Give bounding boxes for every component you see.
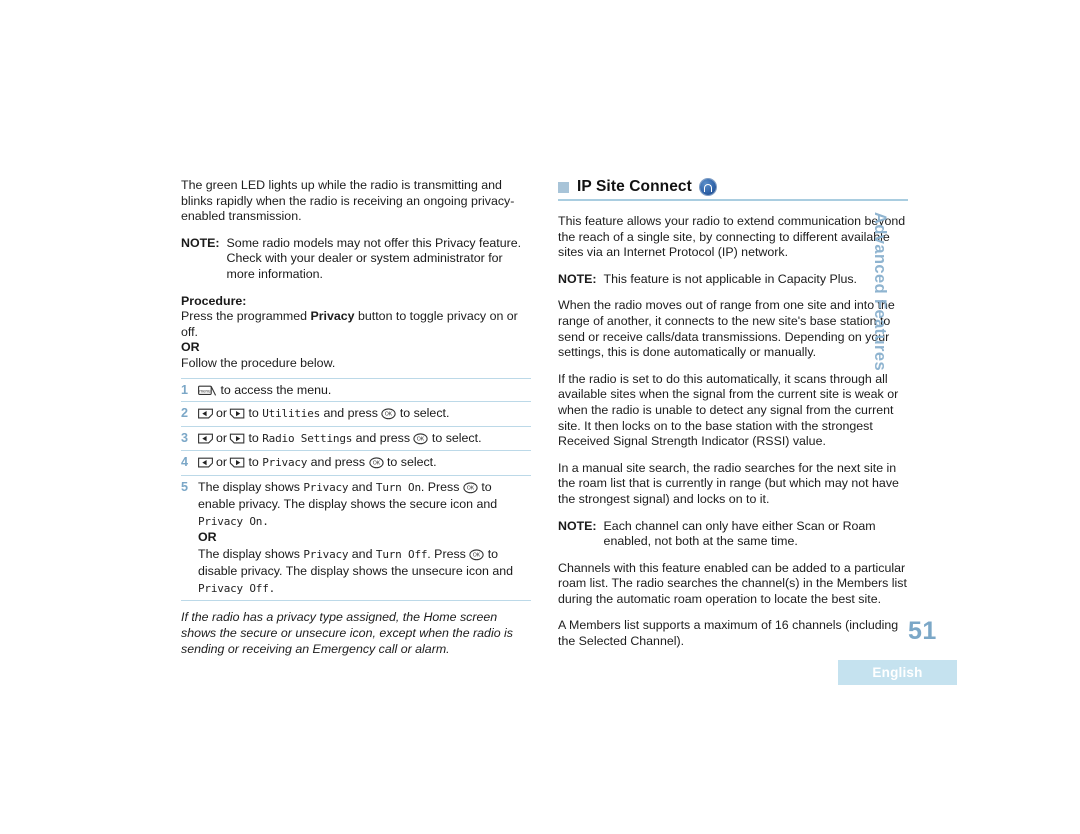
step-number: 5 [181, 479, 189, 494]
note-text: This feature is not applicable in Capaci… [603, 271, 857, 286]
left-arrow-key-icon[interactable] [198, 408, 216, 420]
svg-text:OK: OK [467, 485, 475, 491]
step-3-end: to select. [428, 430, 482, 445]
or-label-step5: OR [198, 530, 217, 545]
step-text: menu to access the menu. [198, 382, 531, 399]
section-heading: IP Site Connect [558, 178, 908, 196]
procedure-steps: 1 menu to access the menu. 2 or to Utili… [181, 377, 531, 602]
step-5-lcd-turn-off: Turn Off [375, 547, 428, 561]
step-item: 1 menu to access the menu. [181, 377, 531, 403]
note-label: NOTE: [558, 271, 597, 286]
step-5-lcd-privacy-on: Privacy On. [198, 514, 269, 528]
step-2-end: to select. [396, 406, 450, 421]
left-arrow-key-icon[interactable] [198, 433, 216, 445]
step-5-lcd-privacy-1: Privacy [303, 480, 349, 494]
step-text: The display shows Privacy and Turn On. P… [198, 479, 531, 598]
menu-key-icon[interactable]: menu [198, 385, 217, 397]
or-word-step4: or [216, 455, 228, 470]
or-label-procedure: OR [181, 340, 200, 355]
ok-key-icon[interactable]: OK [469, 548, 484, 561]
step-4-after: and press [307, 455, 369, 470]
right-paragraph-1: This feature allows your radio to extend… [558, 214, 906, 260]
step-5-lcd-privacy-2: Privacy [303, 547, 349, 561]
step-item: 2 or to Utilities and press OK to select… [181, 402, 531, 427]
step-3-after: and press [352, 430, 414, 445]
heading-rule [558, 199, 908, 201]
svg-text:OK: OK [417, 436, 425, 442]
right-paragraph-5: Channels with this feature enabled can b… [558, 560, 907, 606]
step-4-end: to select. [383, 455, 437, 470]
heading-bullet-icon [558, 181, 569, 193]
ok-key-icon[interactable]: OK [368, 457, 384, 469]
step-2-lcd-utilities: Utilities [262, 407, 321, 421]
section-title: IP Site Connect [577, 178, 692, 195]
ip-site-connect-icon [699, 179, 716, 195]
step-1-text: to access the menu. [217, 382, 332, 397]
step-5-lcd-turn-on: Turn On [375, 480, 421, 494]
right-paragraph-4: In a manual site search, the radio searc… [558, 460, 899, 506]
right-paragraph-2: When the radio moves out of range from o… [558, 298, 895, 360]
step-5-p2-b: and [348, 546, 376, 561]
step-5-p2-a: The display shows [198, 546, 304, 561]
step-2-mid: to [245, 406, 263, 421]
ok-key-icon[interactable]: OK [463, 481, 478, 494]
step-2-after: and press [320, 406, 382, 421]
step-5-lcd-privacy-off: Privacy Off. [198, 581, 276, 595]
note-text: Each channel can only have either Scan o… [603, 518, 876, 549]
procedure-intro-pre: Press the programmed [181, 309, 311, 324]
privacy-italic-note: If the radio has a privacy type assigned… [181, 610, 513, 656]
step-number: 3 [181, 430, 189, 445]
or-word-step3: or [216, 430, 228, 445]
chapter-side-tab: Advanced Features [871, 212, 889, 372]
procedure-intro: Press the programmed Privacy button to t… [181, 309, 531, 340]
step-4-lcd-privacy: Privacy [262, 456, 308, 470]
right-arrow-key-icon[interactable] [227, 457, 245, 469]
note-capacity-plus: NOTE: This feature is not applicable in … [558, 272, 908, 288]
step-3-mid: to [245, 430, 263, 445]
step-item: 5 The display shows Privacy and Turn On.… [181, 476, 531, 602]
step-item: 4 or to Privacy and press OK to select. [181, 451, 531, 476]
step-5-p1-b: and [348, 479, 376, 494]
step-5-p2-c: . Press [427, 546, 470, 561]
svg-text:menu: menu [199, 388, 211, 393]
note-scan-roam: NOTE: Each channel can only have either … [558, 519, 908, 550]
manual-page: The green LED lights up while the radio … [0, 0, 1080, 834]
ok-key-icon[interactable]: OK [381, 408, 397, 420]
note-label: NOTE: [558, 518, 597, 533]
page-number: 51 [908, 617, 937, 645]
step-5-p1-a: The display shows [198, 479, 304, 494]
step-number: 2 [181, 406, 189, 421]
or-word-step2: or [216, 406, 228, 421]
step-number: 1 [181, 382, 189, 397]
right-column: IP Site Connect This feature allows your… [558, 178, 908, 661]
step-4-mid: to [245, 455, 263, 470]
note-label: NOTE: [181, 235, 220, 250]
procedure-heading: Procedure: [181, 293, 247, 308]
left-column: The green LED lights up while the radio … [181, 178, 531, 658]
follow-procedure-text: Follow the procedure below. [181, 355, 336, 370]
note-privacy-models: NOTE: Some radio models may not offer th… [181, 236, 531, 283]
right-arrow-key-icon[interactable] [227, 433, 245, 445]
intro-paragraph: The green LED lights up while the radio … [181, 178, 515, 224]
note-text: Some radio models may not offer this Pri… [226, 235, 522, 281]
right-paragraph-6: A Members list supports a maximum of 16 … [558, 618, 899, 649]
privacy-button-name: Privacy [310, 309, 355, 324]
svg-text:OK: OK [372, 461, 380, 467]
step-text: or to Radio Settings and press OK to sel… [198, 430, 531, 448]
step-text: or to Privacy and press OK to select. [198, 454, 531, 472]
step-number: 4 [181, 455, 189, 470]
step-5-p1-c: . Press [420, 479, 463, 494]
step-3-lcd-radio-settings: Radio Settings [262, 431, 353, 445]
step-text: or to Utilities and press OK to select. [198, 405, 531, 423]
svg-text:OK: OK [385, 412, 393, 418]
right-paragraph-3: If the radio is set to do this automatic… [558, 371, 899, 449]
ok-key-icon[interactable]: OK [413, 432, 429, 445]
step-item: 3 or to Radio Settings and press OK to s… [181, 427, 531, 452]
left-arrow-key-icon[interactable] [198, 457, 216, 469]
svg-text:OK: OK [473, 552, 481, 558]
right-arrow-key-icon[interactable] [227, 408, 245, 420]
language-badge: English [838, 660, 957, 685]
